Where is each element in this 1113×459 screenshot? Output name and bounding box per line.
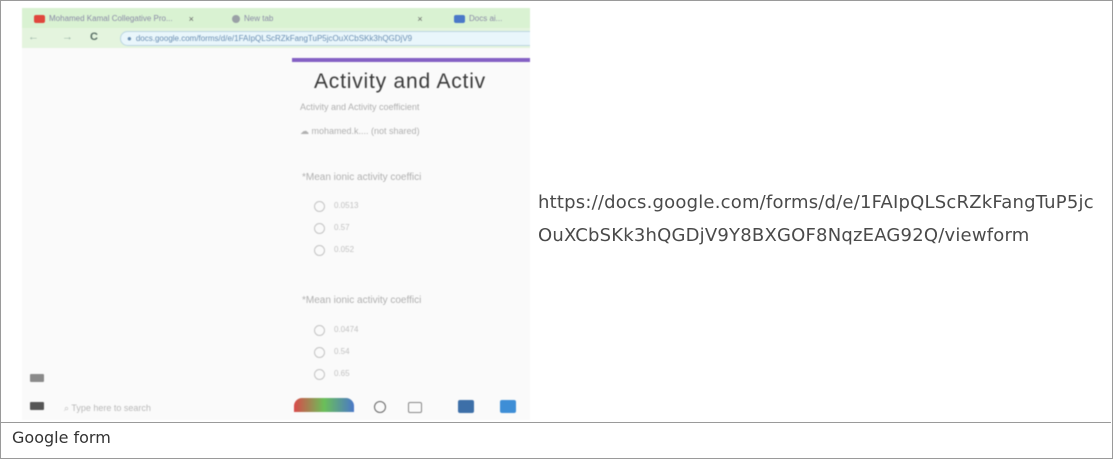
chrome-taskbar-icon[interactable]	[294, 398, 354, 412]
tab-favicon-icon	[34, 14, 45, 23]
q2-radio-2[interactable]	[314, 347, 325, 358]
q1-option-2: 0.57	[334, 223, 350, 232]
q2-radio-3[interactable]	[314, 369, 325, 380]
caption: Google form	[12, 428, 111, 447]
q1-option-1: 0.0513	[334, 201, 359, 210]
forward-icon[interactable]: →	[62, 31, 73, 43]
tab-favicon-icon	[232, 14, 240, 23]
lock-icon: ●	[127, 34, 132, 43]
tab-favicon-icon	[454, 14, 465, 23]
url-text: docs.google.com/forms/d/e/1FAIpQLScRZkFa…	[135, 34, 413, 43]
q1-radio-3[interactable]	[314, 245, 325, 256]
tab-1[interactable]: Mohamed Kamal Collegative Pro... ×	[34, 10, 194, 27]
account-line: ☁ mohamed.k.... (not shared)	[300, 126, 420, 137]
tab-3[interactable]: Docs ai...	[454, 10, 502, 27]
form-title: Activity and Activ	[314, 70, 486, 93]
account-text: mohamed.k.... (not shared)	[311, 126, 420, 136]
tab-1-label: Mohamed Kamal Collegative Pro...	[49, 14, 173, 23]
tab-2[interactable]: New tab ×	[232, 10, 423, 27]
tab-2-label: New tab	[244, 14, 274, 23]
sidebar-icon	[30, 374, 44, 382]
q2-option-3: 0.65	[334, 369, 350, 378]
tab-3-label: Docs ai...	[469, 14, 503, 23]
browser-screenshot: Mohamed Kamal Collegative Pro... × New t…	[22, 8, 530, 420]
files-taskbar-icon[interactable]	[458, 400, 474, 413]
back-icon[interactable]: ←	[28, 31, 39, 43]
address-bar: ← → C ● docs.google.com/forms/d/e/1FAIpQL…	[22, 28, 530, 48]
question-1: *Mean ionic activity coeffici	[302, 172, 422, 183]
cloud-icon: ☁	[300, 126, 312, 136]
tab-close-icon[interactable]: ×	[417, 14, 422, 24]
q1-radio-2[interactable]	[314, 223, 325, 234]
taskbar-search-placeholder: Type here to search	[71, 403, 151, 413]
form-subtitle: Activity and Activity coefficient	[300, 102, 420, 112]
form-accent-bar	[292, 58, 530, 62]
q2-option-1: 0.0474	[334, 325, 359, 334]
q2-radio-1[interactable]	[314, 325, 325, 336]
reload-icon[interactable]: C	[90, 31, 98, 43]
q2-option-2: 0.54	[334, 347, 350, 356]
task-view-icon[interactable]	[408, 402, 422, 413]
form-url[interactable]: https://docs.google.com/forms/d/e/1FAIpQ…	[538, 186, 1098, 252]
tab-close-icon[interactable]: ×	[189, 14, 194, 24]
start-icon[interactable]	[30, 402, 44, 410]
row-divider	[0, 422, 1111, 423]
question-2: *Mean ionic activity coeffici	[302, 295, 422, 306]
taskbar-search[interactable]: ⌕ Type here to search	[64, 403, 151, 414]
url-input[interactable]: ● docs.google.com/forms/d/e/1FAIpQLScRZkF…	[120, 31, 530, 46]
q1-option-3: 0.052	[334, 245, 355, 254]
cortana-icon[interactable]	[374, 401, 386, 413]
app-taskbar-icon[interactable]	[500, 400, 516, 413]
tab-strip: Mohamed Kamal Collegative Pro... × New t…	[22, 8, 530, 28]
q1-radio-1[interactable]	[314, 201, 325, 212]
